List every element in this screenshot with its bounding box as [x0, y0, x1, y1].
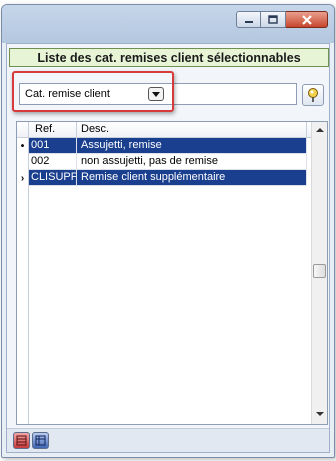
column-header-desc[interactable]: Desc. — [77, 122, 307, 137]
cell-ref: CLISUPP — [29, 170, 77, 186]
pin-search-icon — [308, 88, 318, 102]
red-view-button[interactable] — [13, 432, 30, 449]
title-bar — [2, 5, 334, 43]
indicator-column — [17, 186, 29, 424]
indicator-header — [17, 122, 29, 137]
scroll-down-icon[interactable] — [316, 412, 324, 416]
column-header-ref[interactable]: Ref. — [29, 122, 77, 137]
footer-toolbar — [7, 428, 329, 452]
row-indicator: › — [17, 170, 29, 186]
chevron-down-icon — [152, 91, 160, 97]
blue-view-icon — [35, 435, 46, 446]
red-view-icon — [16, 435, 27, 446]
window-controls — [236, 11, 328, 28]
dropdown-arrow-button[interactable] — [148, 87, 164, 101]
close-button[interactable] — [286, 11, 328, 28]
maximize-icon — [268, 15, 278, 24]
results-grid: Ref. Desc. • 001 Assujetti, remise 002 n… — [16, 121, 328, 425]
table-row[interactable]: 002 non assujetti, pas de remise — [17, 154, 312, 170]
list-title: Liste des cat. remises client sélectionn… — [9, 48, 329, 67]
vertical-scrollbar[interactable] — [311, 122, 327, 424]
scroll-thumb[interactable] — [313, 264, 326, 278]
cell-desc: Remise client supplémentaire — [77, 170, 307, 186]
scroll-up-icon[interactable] — [316, 128, 324, 132]
grid-header: Ref. Desc. — [17, 122, 312, 138]
close-icon — [301, 14, 312, 25]
blue-view-button[interactable] — [32, 432, 49, 449]
cell-ref: 001 — [29, 138, 77, 154]
row-indicator — [17, 154, 29, 170]
category-select-value: Cat. remise client — [25, 88, 110, 100]
grid-rows: • 001 Assujetti, remise 002 non assujett… — [17, 138, 312, 186]
cell-desc: Assujetti, remise — [77, 138, 307, 154]
table-row[interactable]: • 001 Assujetti, remise — [17, 138, 312, 154]
maximize-button[interactable] — [261, 11, 286, 28]
minimize-icon — [244, 20, 253, 23]
dialog-window: Liste des cat. remises client sélectionn… — [1, 4, 335, 458]
cell-ref: 002 — [29, 154, 77, 170]
cell-desc: non assujetti, pas de remise — [77, 154, 307, 170]
category-select[interactable]: Cat. remise client — [22, 85, 166, 103]
minimize-button[interactable] — [236, 11, 261, 28]
row-indicator: • — [17, 138, 29, 154]
table-row[interactable]: › CLISUPP Remise client supplémentaire — [17, 170, 312, 186]
search-button[interactable] — [302, 84, 324, 106]
